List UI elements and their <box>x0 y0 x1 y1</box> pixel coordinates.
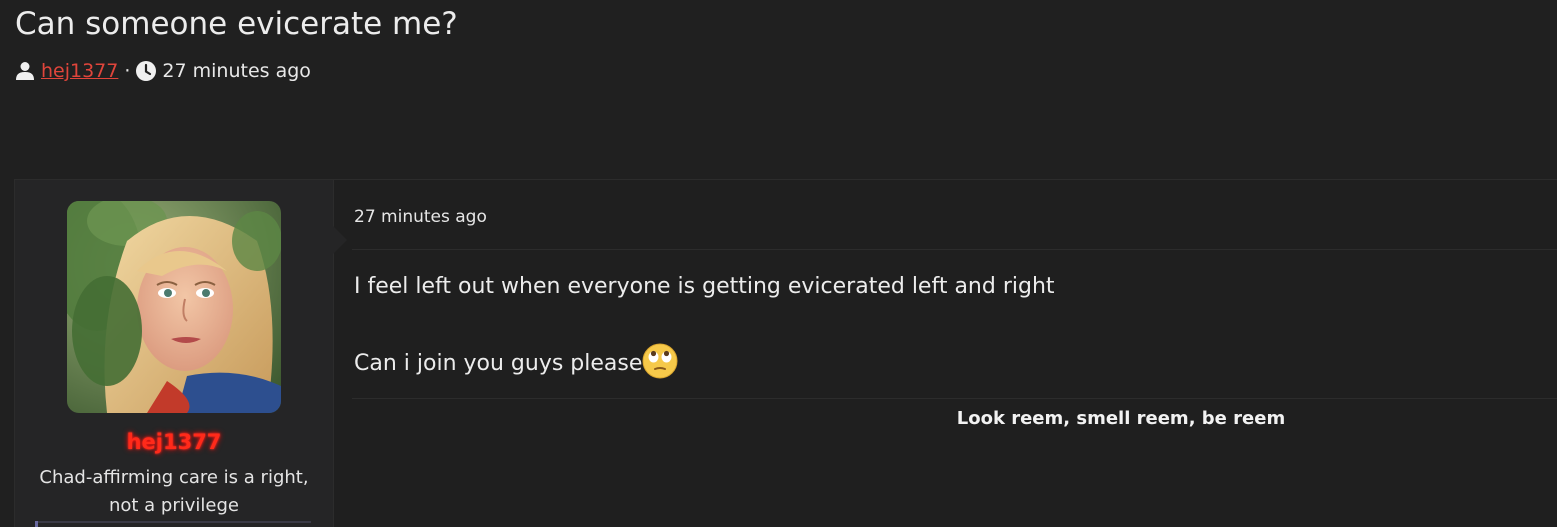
user-title: Chad-affirming care is a right, not a pr… <box>39 467 309 516</box>
clock-icon <box>136 61 157 81</box>
post-body-line: I feel left out when everyone is getting… <box>354 274 1055 299</box>
post-body-line-2: Can i join you guys please <box>354 343 1055 379</box>
user-panel-arrow <box>333 226 347 254</box>
thread-author-link[interactable]: hej1377 <box>41 60 118 82</box>
thread-time: 27 minutes ago <box>162 60 311 82</box>
post-body: I feel left out when everyone is getting… <box>354 273 1055 379</box>
post-body-text: Can i join you guys please <box>354 350 643 376</box>
signature-divider <box>352 398 1557 399</box>
post-header-divider <box>352 249 1557 250</box>
user-panel-divider <box>35 521 311 527</box>
post-username[interactable]: hej1377 <box>15 430 333 454</box>
post-user-panel: hej1377 Chad-affirming care is a right, … <box>15 180 334 527</box>
meta-separator: · <box>124 60 131 82</box>
user-icon <box>15 61 35 81</box>
post-main: 27 minutes ago I feel left out when ever… <box>352 180 1557 527</box>
post: hej1377 Chad-affirming care is a right, … <box>14 179 1557 527</box>
thread-title: Can someone evicerate me? <box>15 6 458 42</box>
signature: Look reem, smell reem, be reem <box>956 408 1286 429</box>
avatar[interactable] <box>67 201 281 413</box>
face-with-rolling-eyes-icon <box>642 343 678 379</box>
thread-meta: hej1377 · 27 minutes ago <box>15 60 311 82</box>
post-date[interactable]: 27 minutes ago <box>354 207 487 227</box>
